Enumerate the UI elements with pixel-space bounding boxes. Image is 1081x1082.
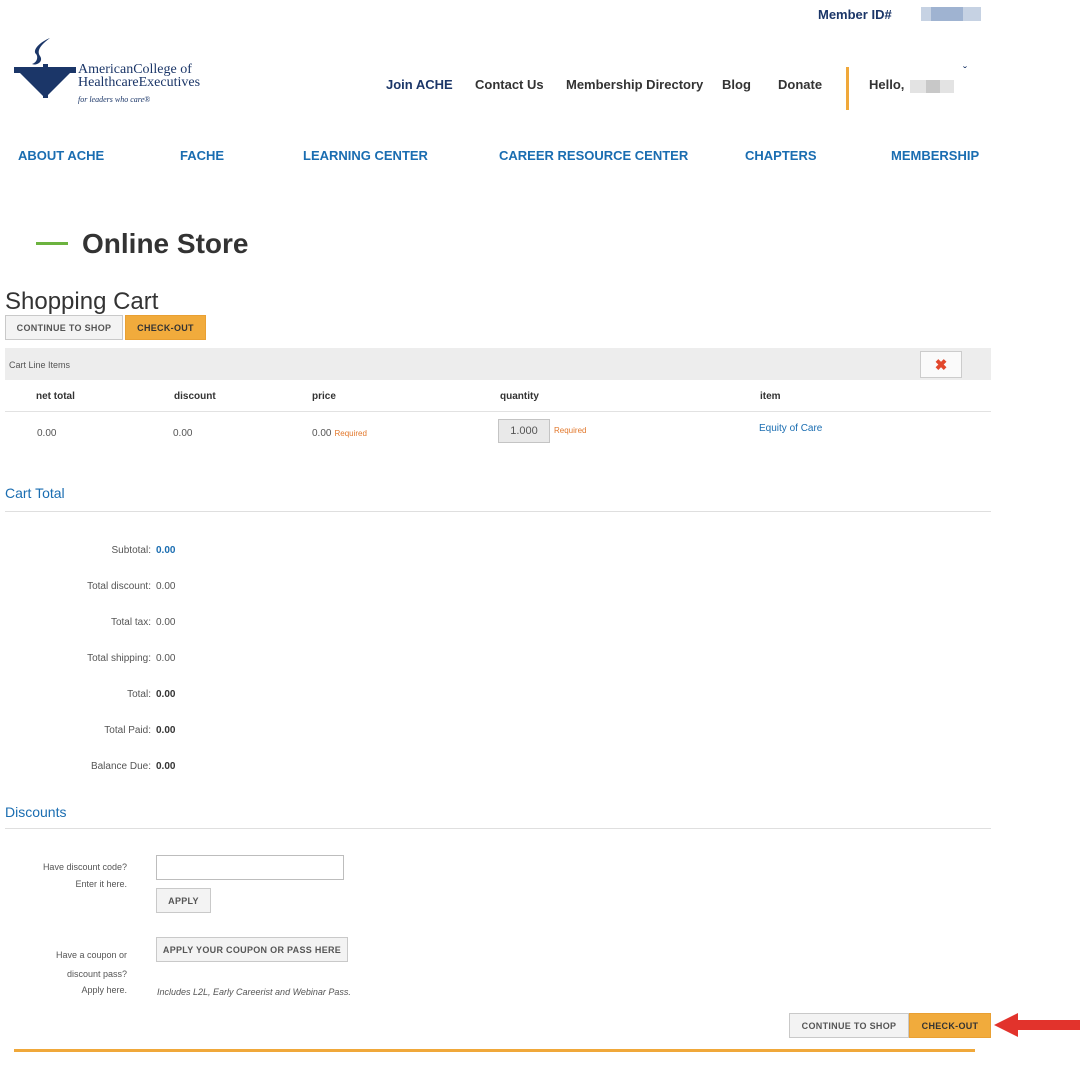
nav-chapters[interactable]: CHAPTERS xyxy=(745,148,817,163)
cell-net-total: 0.00 xyxy=(37,428,57,439)
member-id-label: Member ID# xyxy=(818,7,892,22)
member-id-redacted xyxy=(921,7,981,21)
join-ache-link[interactable]: Join ACHE xyxy=(386,77,453,92)
quantity-required: Required xyxy=(554,425,586,436)
total-label: Total: xyxy=(127,689,151,700)
user-name-redacted xyxy=(910,80,954,93)
check-out-button-top[interactable]: CHECK-OUT xyxy=(125,315,206,340)
apply-coupon-button[interactable]: APPLY YOUR COUPON OR PASS HERE xyxy=(156,937,348,962)
logo-tagline: for leaders who care® xyxy=(78,95,151,104)
blog-link[interactable]: Blog xyxy=(722,77,751,92)
price-required: Required xyxy=(334,429,367,438)
table-header-divider xyxy=(5,411,991,412)
chevron-down-icon[interactable]: ˇ xyxy=(963,64,967,78)
total-shipping-label: Total shipping: xyxy=(87,653,151,664)
discount-code-label: Have discount code? Enter it here. xyxy=(5,859,127,893)
cart-total-heading: Cart Total xyxy=(5,485,65,501)
coupon-label-line2: discount pass? xyxy=(66,969,127,979)
balance-due-label: Balance Due: xyxy=(90,761,151,772)
total-discount-label: Total discount: xyxy=(87,581,151,592)
apply-discount-button[interactable]: APPLY xyxy=(156,888,211,913)
discount-code-label-line1: Have discount code? xyxy=(42,862,127,872)
quantity-required-text: Required xyxy=(554,426,587,435)
shopping-cart-heading: Shopping Cart xyxy=(5,288,159,315)
coupon-label-line1: Have a coupon or xyxy=(55,950,127,960)
balance-due-value: 0.00 xyxy=(156,761,176,772)
remove-item-button[interactable]: ✖ xyxy=(920,351,962,378)
nav-learning-center[interactable]: LEARNING CENTER xyxy=(303,148,428,163)
title-accent-bar xyxy=(36,242,68,245)
cart-line-items-bar xyxy=(5,348,991,380)
discount-code-input[interactable] xyxy=(156,855,344,880)
nav-fache[interactable]: FACHE xyxy=(180,148,224,163)
col-item: item xyxy=(760,391,781,402)
coupon-label-line3: Apply here. xyxy=(81,985,127,995)
cart-total-divider xyxy=(5,511,991,512)
discounts-heading: Discounts xyxy=(5,804,67,820)
total-paid-value: 0.00 xyxy=(156,725,176,736)
item-link[interactable]: Equity of Care xyxy=(759,423,822,434)
footer-accent-bar xyxy=(14,1049,975,1052)
coupon-label: Have a coupon or discount pass? Apply he… xyxy=(5,946,127,997)
subtotal-value: 0.00 xyxy=(156,545,176,556)
nav-about-ache[interactable]: ABOUT ACHE xyxy=(18,148,104,163)
user-greeting[interactable]: Hello, xyxy=(869,77,904,92)
total-value: 0.00 xyxy=(156,689,176,700)
nav-career-resource-center[interactable]: CAREER RESOURCE CENTER xyxy=(499,148,688,163)
col-discount: discount xyxy=(174,391,216,402)
total-tax-value: 0.00 xyxy=(156,617,176,628)
coupon-note: Includes L2L, Early Careerist and Webina… xyxy=(157,987,351,997)
check-out-button-bottom[interactable]: CHECK-OUT xyxy=(909,1013,991,1038)
quantity-input[interactable]: 1.000 xyxy=(498,419,550,443)
red-arrow-icon xyxy=(994,1013,1080,1037)
page-title: Online Store xyxy=(82,228,249,259)
membership-directory-link[interactable]: Membership Directory xyxy=(566,77,703,92)
discount-code-label-line2: Enter it here. xyxy=(75,879,127,889)
price-value: 0.00 xyxy=(312,428,332,439)
discounts-divider xyxy=(5,828,991,829)
col-price: price xyxy=(312,391,336,402)
col-quantity: quantity xyxy=(500,391,539,402)
total-tax-label: Total tax: xyxy=(110,617,151,628)
total-shipping-value: 0.00 xyxy=(156,653,176,664)
continue-to-shop-button-bottom[interactable]: CONTINUE TO SHOP xyxy=(789,1013,909,1038)
continue-to-shop-button-top[interactable]: CONTINUE TO SHOP xyxy=(5,315,123,340)
cell-discount: 0.00 xyxy=(173,428,193,439)
donate-link[interactable]: Donate xyxy=(778,77,822,92)
close-icon: ✖ xyxy=(934,356,948,374)
nav-membership[interactable]: MEMBERSHIP xyxy=(891,148,979,163)
cart-line-items-label: Cart Line Items xyxy=(9,360,71,370)
total-paid-label: Total Paid: xyxy=(104,725,151,736)
subtotal-label: Subtotal: xyxy=(111,545,151,556)
logo-text-line2: HealthcareExecutives xyxy=(78,75,201,90)
total-discount-value: 0.00 xyxy=(156,581,176,592)
header-divider xyxy=(846,67,849,110)
col-net-total: net total xyxy=(36,391,75,402)
cell-price: 0.00 Required xyxy=(312,428,367,439)
contact-us-link[interactable]: Contact Us xyxy=(475,77,544,92)
